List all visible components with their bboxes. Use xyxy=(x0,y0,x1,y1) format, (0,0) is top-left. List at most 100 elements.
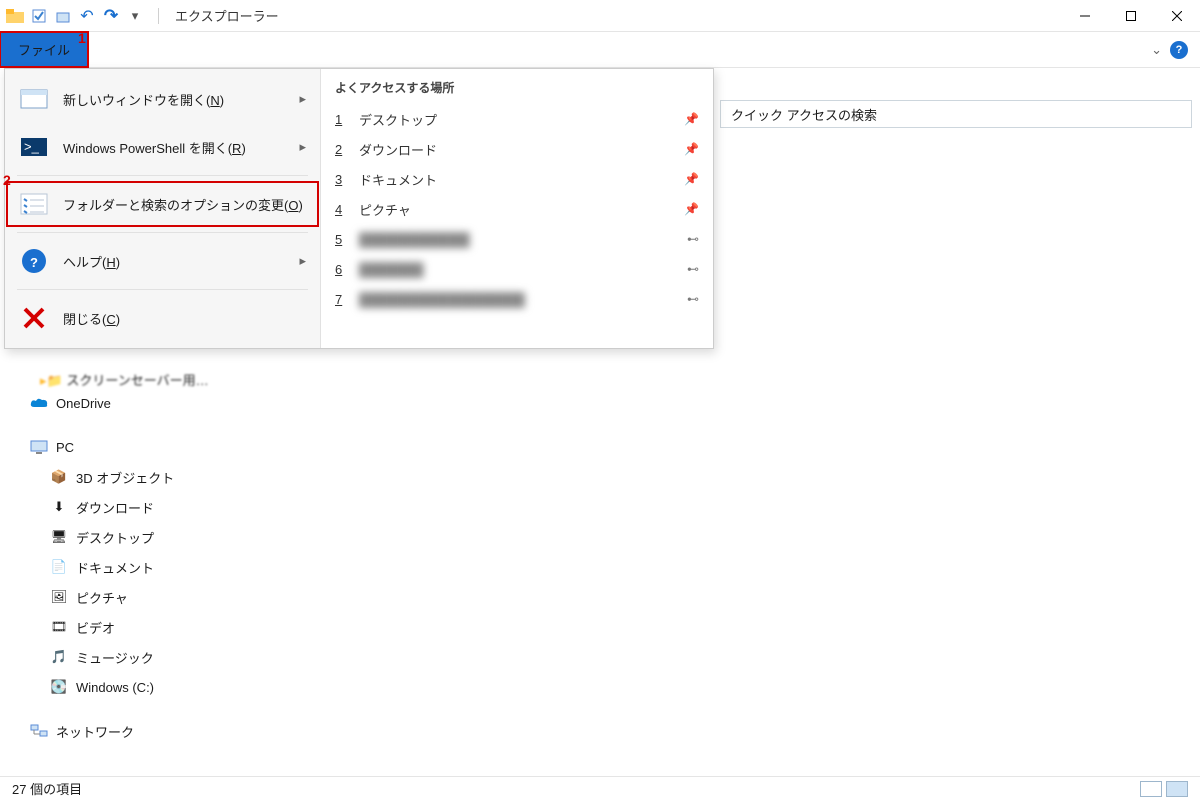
tree-pc-child[interactable]: 📄ドキュメント xyxy=(12,552,212,582)
folder-icon: ⬇ xyxy=(50,499,68,515)
svg-text:>_: >_ xyxy=(24,139,40,154)
qat-properties-icon[interactable] xyxy=(30,7,48,25)
frequent-place-item[interactable]: 7 ██████████████████ ⊷ xyxy=(335,284,699,314)
frequent-place-item[interactable]: 1 デスクトップ 📌 xyxy=(335,104,699,134)
chevron-right-icon: ▸ xyxy=(299,91,306,107)
menu-folder-options-label: フォルダーと検索のオプションの変更(O) xyxy=(63,195,306,214)
frequent-index: 2 xyxy=(335,142,349,157)
maximize-button[interactable] xyxy=(1108,0,1154,32)
help-icon[interactable]: ? xyxy=(1170,41,1188,59)
file-menu-left: 新しいウィンドウを開く(N) ▸ >_ Windows PowerShell を… xyxy=(5,69,321,348)
frequent-index: 3 xyxy=(335,172,349,187)
folder-icon: 🎵 xyxy=(50,649,68,665)
tree-label: 3D オブジェクト xyxy=(76,468,174,487)
unpin-icon[interactable]: ⊷ xyxy=(687,232,699,246)
search-area: クイック アクセスの検索 xyxy=(720,98,1192,130)
ribbon-collapse-icon[interactable]: ⌄ xyxy=(1151,42,1162,58)
unpin-icon[interactable]: ⊷ xyxy=(687,262,699,276)
menu-close[interactable]: 閉じる(C) xyxy=(5,294,320,342)
frequent-places-header: よくアクセスする場所 xyxy=(335,79,699,96)
file-menu-panel: 新しいウィンドウを開く(N) ▸ >_ Windows PowerShell を… xyxy=(4,68,714,349)
tree-network[interactable]: ネットワーク xyxy=(12,716,212,746)
file-tab[interactable]: ファイル xyxy=(0,32,88,67)
frequent-label: ダウンロード xyxy=(359,140,674,159)
file-tab-label: ファイル xyxy=(18,40,70,59)
tree-pc-child[interactable]: 🎞ビデオ xyxy=(12,612,212,642)
frequent-place-item[interactable]: 2 ダウンロード 📌 xyxy=(335,134,699,164)
network-icon xyxy=(30,723,48,739)
minimize-button[interactable] xyxy=(1062,0,1108,32)
menu-powershell-label: Windows PowerShell を開く(R) xyxy=(63,138,285,157)
menu-divider xyxy=(17,232,308,233)
window-icon xyxy=(19,86,49,112)
tree-label: PC xyxy=(56,440,74,455)
frequent-place-item[interactable]: 5 ████████████ ⊷ xyxy=(335,224,699,254)
menu-folder-options[interactable]: 2 フォルダーと検索のオプションの変更(O) xyxy=(5,180,320,228)
tree-onedrive[interactable]: OneDrive xyxy=(12,388,212,418)
tree-pc-child[interactable]: ⬇ダウンロード xyxy=(12,492,212,522)
folder-icon: 💽 xyxy=(50,679,68,695)
folder-icon: 🖥 xyxy=(50,529,68,545)
qat-new-folder-icon[interactable] xyxy=(54,7,72,25)
tree-label: Windows (C:) xyxy=(76,680,154,695)
frequent-label: ドキュメント xyxy=(359,170,674,189)
onedrive-icon xyxy=(30,395,48,411)
menu-help-label: ヘルプ(H) xyxy=(63,252,285,271)
chevron-right-icon: ▸ xyxy=(299,139,306,155)
redo-icon[interactable]: ↷ xyxy=(102,7,120,25)
status-item-count: 27 個の項目 xyxy=(12,779,82,798)
close-button[interactable] xyxy=(1154,0,1200,32)
frequent-place-item[interactable]: 3 ドキュメント 📌 xyxy=(335,164,699,194)
frequent-index: 1 xyxy=(335,112,349,127)
tree-item-peek: ▸📁 スクリーンセーバー用… xyxy=(40,370,209,389)
tree-pc-child[interactable]: 🎵ミュージック xyxy=(12,642,212,672)
view-mode-toggle xyxy=(1140,781,1188,797)
title-bar: ↶ ↷ ▾ エクスプローラー xyxy=(0,0,1200,32)
folder-icon: 📦 xyxy=(50,469,68,485)
frequent-label: デスクトップ xyxy=(359,110,674,129)
separator xyxy=(158,8,159,24)
frequent-label: ピクチャ xyxy=(359,200,674,219)
window-title: エクスプローラー xyxy=(175,6,279,25)
window-buttons xyxy=(1062,0,1200,32)
svg-text:?: ? xyxy=(30,255,38,270)
options-icon xyxy=(19,191,49,217)
callout-1: 1 xyxy=(78,30,86,46)
frequent-label: ████████████ xyxy=(359,232,677,247)
tree-pc-child[interactable]: 🖥 デスクトップ xyxy=(12,522,212,552)
pin-icon[interactable]: 📌 xyxy=(684,142,699,156)
tree-label: デスクトップ xyxy=(76,528,154,547)
unpin-icon[interactable]: ⊷ xyxy=(687,292,699,306)
view-icons-button[interactable] xyxy=(1166,781,1188,797)
search-placeholder: クイック アクセスの検索 xyxy=(731,105,877,124)
pin-icon[interactable]: 📌 xyxy=(684,202,699,216)
menu-divider xyxy=(17,175,308,176)
tree-label: ドキュメント xyxy=(76,558,154,577)
frequent-place-item[interactable]: 6 ███████ ⊷ xyxy=(335,254,699,284)
powershell-icon: >_ xyxy=(19,134,49,160)
pin-icon[interactable]: 📌 xyxy=(684,112,699,126)
frequent-index: 7 xyxy=(335,292,349,307)
tree-pc-child[interactable]: 📦 3D オブジェクト xyxy=(12,462,212,492)
qat-customize-icon[interactable]: ▾ xyxy=(126,7,144,25)
frequent-index: 6 xyxy=(335,262,349,277)
status-bar: 27 個の項目 xyxy=(0,776,1200,800)
callout-2: 2 xyxy=(3,172,11,188)
tree-pc-child[interactable]: 🖼ピクチャ xyxy=(12,582,212,612)
frequent-place-item[interactable]: 4 ピクチャ 📌 xyxy=(335,194,699,224)
tree-pc[interactable]: PC xyxy=(12,432,212,462)
menu-new-window-label: 新しいウィンドウを開く(N) xyxy=(63,90,285,109)
tree-pc-child[interactable]: 💽 Windows (C:) xyxy=(12,672,212,702)
frequent-label: ██████████████████ xyxy=(359,292,677,307)
view-details-button[interactable] xyxy=(1140,781,1162,797)
close-x-icon xyxy=(19,305,49,331)
pin-icon[interactable]: 📌 xyxy=(684,172,699,186)
tree-label: ピクチャ xyxy=(76,588,128,607)
search-input[interactable]: クイック アクセスの検索 xyxy=(720,100,1192,128)
menu-help[interactable]: ? ヘルプ(H) ▸ xyxy=(5,237,320,285)
undo-icon[interactable]: ↶ xyxy=(78,7,96,25)
menu-powershell[interactable]: >_ Windows PowerShell を開く(R) ▸ xyxy=(5,123,320,171)
menu-new-window[interactable]: 新しいウィンドウを開く(N) ▸ xyxy=(5,75,320,123)
quick-access-toolbar: ↶ ↷ ▾ xyxy=(0,7,150,25)
ribbon-tabs: ファイル 1 ⌄ ? xyxy=(0,32,1200,68)
